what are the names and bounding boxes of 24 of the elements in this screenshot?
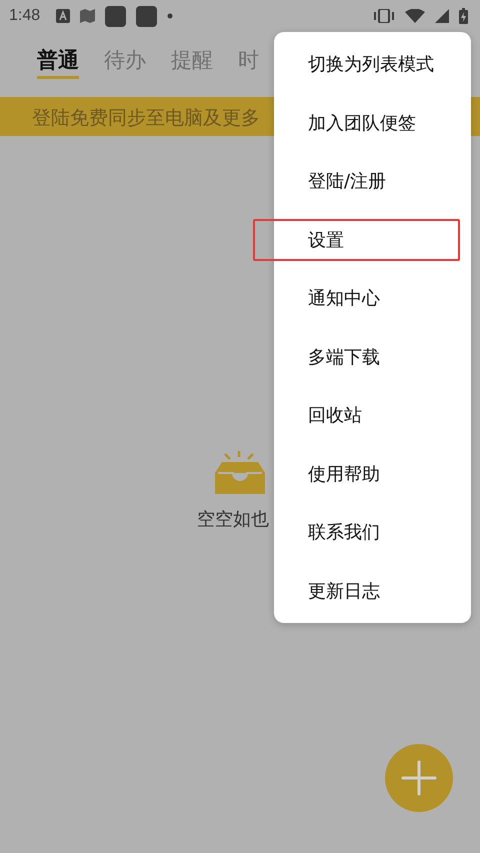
app-icon [136,6,158,26]
menu-item[interactable]: 使用帮助 [274,444,471,503]
dot-icon [167,13,174,19]
menu-item[interactable]: 多端下载 [274,328,471,386]
menu-item[interactable]: 登陆/注册 [274,152,471,210]
battery-icon [459,8,468,24]
status-time: 1:48 [9,7,40,25]
menu-item[interactable]: 更新日志 [274,562,471,620]
signal-icon [435,9,449,23]
menu-item[interactable]: 通知中心 [274,269,471,328]
tab[interactable]: 普通 [37,45,79,79]
wifi-icon [405,9,425,23]
plus-icon [401,760,437,796]
menu-item[interactable]: 设置 [274,210,471,269]
menu-item[interactable]: 联系我们 [274,503,471,562]
font-app-icon [56,9,70,23]
vibrate-icon [373,9,395,23]
menu-item[interactable]: 回收站 [274,386,471,444]
menu-item[interactable]: 切换为列表模式 [274,35,471,94]
empty-message: 空空如也 [197,508,269,531]
empty-tray-icon [213,451,267,495]
map-icon [80,9,96,23]
menu-item[interactable]: 加入团队便签 [274,94,471,152]
app-icon [105,6,126,26]
